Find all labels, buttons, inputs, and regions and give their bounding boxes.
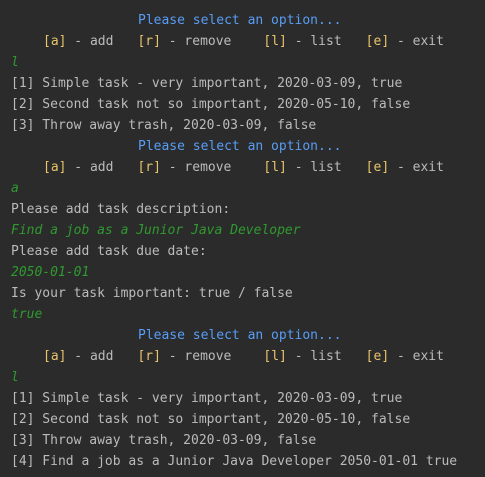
menu-key-exit: [e] — [365, 349, 390, 364]
menu-label-list: - list — [286, 34, 342, 49]
menu-label-exit: - exit — [389, 349, 444, 364]
important-input: true — [11, 307, 43, 322]
menu-key-remove: [r] — [137, 34, 161, 49]
menu-label-list: - list — [286, 160, 342, 175]
menu-key-list: [l] — [263, 160, 287, 175]
select-option-prompt: Please select an option... — [138, 13, 342, 28]
task-list-item: [2] Second task not so important, 2020-0… — [11, 97, 411, 112]
task-list-item: [3] Throw away trash, 2020-03-09, false — [11, 433, 317, 448]
menu-key-remove: [r] — [137, 349, 161, 364]
select-option-prompt: Please select an option... — [138, 328, 342, 343]
menu-label-add: - add — [66, 349, 114, 364]
ask-date-text: Please add task due date: — [11, 244, 207, 259]
menu-label-remove: - remove — [160, 160, 232, 175]
menu-label-exit: - exit — [389, 34, 444, 49]
console-output[interactable]: Please select an option... [a] - add [r] … — [0, 0, 485, 477]
options-menu: [a] - add [r] - remove [l] - list [e] - exi… — [0, 157, 485, 178]
options-menu: [a] - add [r] - remove [l] - list [e] - exi… — [0, 346, 485, 367]
menu-label-add: - add — [66, 160, 114, 175]
menu-label-exit: - exit — [389, 160, 444, 175]
select-option-prompt: Please select an option... — [138, 139, 342, 154]
menu-label-remove: - remove — [160, 34, 232, 49]
menu-key-add: [a] — [43, 34, 67, 49]
description-input: Find a job as a Junior Java Developer — [11, 223, 301, 238]
task-list-item: [3] Throw away trash, 2020-03-09, false — [11, 118, 317, 133]
options-menu: [a] - add [r] - remove [l] - list [e] - exi… — [0, 31, 485, 52]
menu-key-list: [l] — [263, 34, 287, 49]
menu-key-exit: [e] — [365, 34, 390, 49]
user-input: l — [11, 370, 19, 385]
menu-key-remove: [r] — [137, 160, 161, 175]
task-list-item: [4] Find a job as a Junior Java Develope… — [11, 454, 458, 469]
menu-key-exit: [e] — [365, 160, 390, 175]
menu-key-list: [l] — [263, 349, 287, 364]
task-list-item: [1] Simple task - very important, 2020-0… — [11, 391, 403, 406]
menu-key-add: [a] — [43, 349, 67, 364]
menu-label-add: - add — [66, 34, 114, 49]
menu-label-list: - list — [286, 349, 342, 364]
ask-description-text: Please add task description: — [11, 202, 231, 217]
menu-key-add: [a] — [43, 160, 67, 175]
ask-important-text: Is your task important: true / false — [11, 286, 293, 301]
user-input: l — [11, 55, 19, 70]
scrollbar[interactable] — [478, 0, 485, 477]
task-list-item: [1] Simple task - very important, 2020-0… — [11, 76, 403, 91]
date-input: 2050-01-01 — [11, 265, 90, 280]
user-input: a — [11, 181, 19, 196]
task-list-item: [2] Second task not so important, 2020-0… — [11, 412, 411, 427]
menu-label-remove: - remove — [160, 349, 232, 364]
